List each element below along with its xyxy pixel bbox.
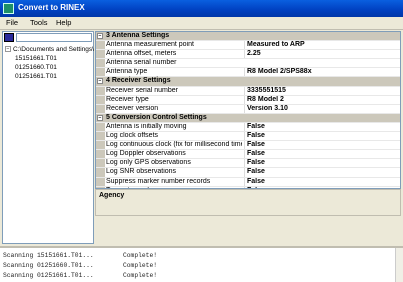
- category-label: 4 Receiver Settings: [106, 77, 171, 85]
- property-row[interactable]: Log Doppler observations False: [96, 150, 400, 160]
- property-name: Log SNR observations: [106, 168, 177, 176]
- description-panel: Agency: [95, 189, 401, 216]
- category-gutter: −: [96, 77, 105, 86]
- property-row[interactable]: Receiver serial number 3335551515: [96, 86, 400, 96]
- window-title: Convert to RINEX: [18, 3, 85, 12]
- property-row[interactable]: Antenna is initially moving False: [96, 122, 400, 133]
- collapse-icon[interactable]: −: [97, 33, 103, 39]
- tree-file-label: 01251660.T01: [15, 64, 57, 71]
- category-label: 3 Antenna Settings: [106, 32, 170, 39]
- property-name: Antenna measurement point: [106, 41, 194, 49]
- property-row[interactable]: Antenna type R8 Model 2/SPS88x: [96, 68, 400, 78]
- tree-root-label: C:\Documents and Settings\: [13, 46, 94, 53]
- menu-tools[interactable]: Tools: [30, 18, 48, 27]
- property-name: Log continuous clock (fix for millisecon…: [106, 141, 242, 149]
- menu-file[interactable]: File: [6, 18, 18, 27]
- row-gutter: [96, 122, 105, 132]
- property-row[interactable]: Log SNR observations False: [96, 168, 400, 178]
- log-text: Scanning 15151661.T01...: [3, 252, 94, 259]
- tree-file[interactable]: 01251660.T01: [5, 63, 95, 72]
- row-gutter: [96, 68, 105, 77]
- tree-file-label: 15151661.T01: [15, 55, 57, 62]
- row-gutter: [96, 95, 105, 104]
- property-category[interactable]: −3 Antenna Settings: [96, 32, 400, 42]
- property-grid: −3 Antenna Settings Antenna measurement p…: [95, 31, 401, 189]
- tree-file[interactable]: 01251661.T01: [5, 72, 95, 81]
- property-value[interactable]: False: [244, 132, 400, 141]
- category-gutter: −: [96, 32, 105, 41]
- collapse-icon[interactable]: −: [97, 114, 103, 121]
- log-text: Scanning 01251661.T01...: [3, 272, 94, 279]
- file-tree: − C:\Documents and Settings\ 15151661.T01…: [5, 45, 95, 81]
- property-value[interactable]: False: [244, 168, 400, 177]
- row-gutter: [96, 141, 105, 150]
- app-icon: [3, 3, 14, 14]
- property-value[interactable]: False: [244, 150, 400, 159]
- property-name: Suppress marker number records: [106, 177, 211, 185]
- property-row[interactable]: Receiver version Version 3.10: [96, 104, 400, 114]
- property-row[interactable]: Receiver type R8 Model 2: [96, 95, 400, 105]
- property-value[interactable]: False: [244, 122, 400, 132]
- log-status: Complete!: [123, 252, 158, 259]
- tree-root[interactable]: − C:\Documents and Settings\: [5, 45, 95, 54]
- description-body: [95, 216, 401, 246]
- category-label: 5 Conversion Control Settings: [106, 113, 207, 121]
- property-row[interactable]: Suppress marker number records False: [96, 177, 400, 187]
- menu-help[interactable]: Help: [56, 18, 71, 27]
- property-name: Antenna is initially moving: [106, 122, 187, 130]
- row-gutter: [96, 168, 105, 177]
- property-value[interactable]: R8 Model 2: [244, 95, 400, 104]
- log-text: Scanning 01251660.T01...: [3, 262, 94, 269]
- property-name: Antenna offset, meters: [106, 50, 177, 58]
- property-value[interactable]: False: [244, 159, 400, 168]
- property-name: Log Doppler observations: [106, 150, 186, 158]
- property-name: Receiver version: [106, 104, 159, 112]
- property-value[interactable]: Version 3.10: [244, 104, 400, 113]
- property-category[interactable]: −4 Receiver Settings: [96, 77, 400, 87]
- description-label: Agency: [99, 192, 125, 199]
- toolbar-button[interactable]: [4, 33, 14, 42]
- row-gutter: [96, 132, 105, 141]
- property-name: Receiver serial number: [106, 86, 178, 94]
- property-value[interactable]: R8 Model 2/SPS88x: [244, 68, 400, 77]
- log-scrollbar[interactable]: [395, 248, 403, 282]
- log-status: Complete!: [123, 262, 158, 269]
- row-gutter: [96, 177, 105, 186]
- property-name: Antenna serial number: [106, 59, 177, 67]
- collapse-icon[interactable]: −: [97, 78, 103, 85]
- property-value[interactable]: 3335551515: [244, 86, 400, 95]
- property-name: Log clock offsets: [106, 132, 159, 140]
- property-value[interactable]: 2.25: [244, 50, 400, 59]
- row-gutter: [96, 104, 105, 113]
- property-name: Antenna type: [106, 68, 148, 76]
- property-name: Receiver type: [106, 95, 149, 103]
- path-input[interactable]: [16, 33, 92, 42]
- row-gutter: [96, 41, 105, 50]
- row-gutter: [96, 150, 105, 159]
- property-row[interactable]: Antenna serial number: [96, 59, 400, 69]
- row-gutter: [96, 50, 105, 59]
- property-row[interactable]: Log only GPS observations False: [96, 159, 400, 169]
- row-gutter: [96, 159, 105, 168]
- file-tree-pane: − C:\Documents and Settings\ 15151661.T01…: [2, 31, 94, 244]
- property-value[interactable]: False: [244, 141, 400, 150]
- menu-bar: File Tools Help: [0, 17, 403, 30]
- property-name: Log only GPS observations: [106, 159, 191, 167]
- property-value[interactable]: Measured to ARP: [244, 41, 400, 50]
- tree-file[interactable]: 15151661.T01: [5, 54, 95, 63]
- property-row[interactable]: Antenna measurement point Measured to ARP: [96, 41, 400, 51]
- property-value[interactable]: False: [244, 177, 400, 186]
- category-gutter: −: [96, 113, 105, 122]
- tree-file-label: 01251661.T01: [15, 73, 57, 80]
- row-gutter: [96, 86, 105, 95]
- property-row[interactable]: Log continuous clock (fix for millisecon…: [96, 141, 400, 151]
- log-status: Complete!: [123, 272, 158, 279]
- property-row[interactable]: Antenna offset, meters 2.25: [96, 50, 400, 60]
- collapse-icon[interactable]: −: [5, 46, 11, 53]
- title-bar: Convert to RINEX: [0, 0, 403, 17]
- row-gutter: [96, 59, 105, 68]
- property-category[interactable]: −5 Conversion Control Settings: [96, 113, 400, 123]
- property-row[interactable]: Log clock offsets False: [96, 132, 400, 142]
- log-panel: Scanning 15151661.T01... Complete! Scanni…: [0, 246, 403, 282]
